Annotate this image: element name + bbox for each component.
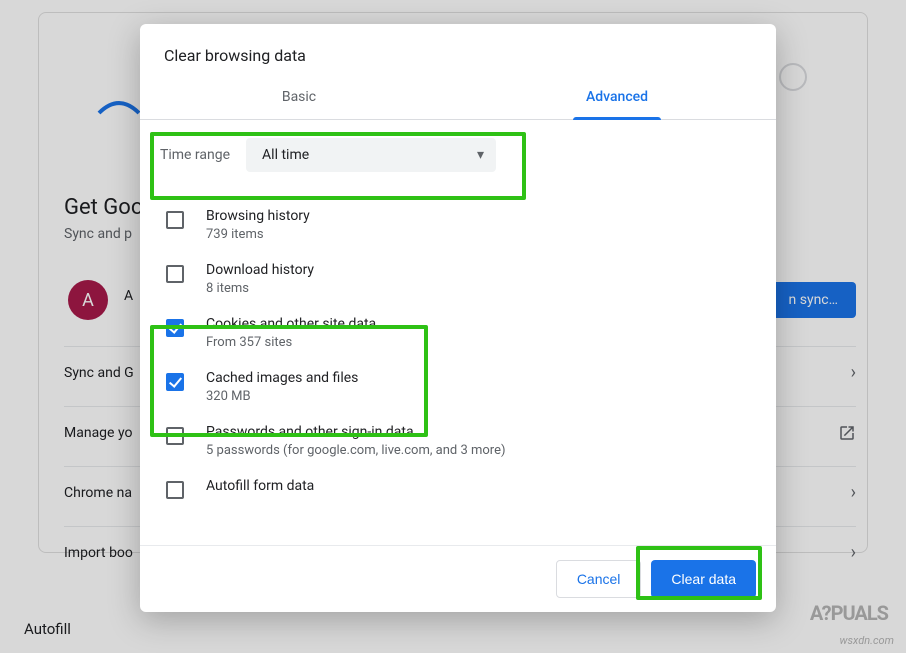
- option-title: Cached images and files: [206, 370, 358, 386]
- tab-advanced[interactable]: Advanced: [458, 75, 776, 119]
- option-subtext: 320 MB: [206, 389, 358, 404]
- checkbox-browsing-history[interactable]: [166, 211, 184, 229]
- clear-data-button[interactable]: Clear data: [651, 560, 756, 598]
- option-download-history[interactable]: Download history 8 items: [160, 252, 756, 306]
- dialog-content[interactable]: Time range All time ▾ Browsing history 7…: [140, 120, 776, 545]
- option-subtext: 739 items: [206, 227, 310, 242]
- option-passwords[interactable]: Passwords and other sign-in data 5 passw…: [160, 414, 756, 468]
- watermark-logo: A?PUALS: [810, 601, 888, 625]
- time-range-label: Time range: [160, 147, 230, 163]
- option-title: Passwords and other sign-in data: [206, 424, 506, 440]
- tab-basic[interactable]: Basic: [140, 75, 458, 119]
- dialog-footer: Cancel Clear data: [140, 545, 776, 612]
- option-subtext: 8 items: [206, 281, 314, 296]
- checkbox-download-history[interactable]: [166, 265, 184, 283]
- checkbox-passwords[interactable]: [166, 427, 184, 445]
- checkbox-autofill[interactable]: [166, 481, 184, 499]
- option-cookies[interactable]: Cookies and other site data From 357 sit…: [160, 306, 756, 360]
- caret-down-icon: ▾: [477, 147, 484, 163]
- option-title: Cookies and other site data: [206, 316, 376, 332]
- checkbox-cookies[interactable]: [166, 319, 184, 337]
- option-autofill[interactable]: Autofill form data: [160, 468, 756, 509]
- option-title: Autofill form data: [206, 478, 314, 494]
- option-cached[interactable]: Cached images and files 320 MB: [160, 360, 756, 414]
- option-title: Browsing history: [206, 208, 310, 224]
- option-subtext: From 357 sites: [206, 335, 376, 350]
- time-range-row: Time range All time ▾: [160, 120, 748, 190]
- dialog-tabs: Basic Advanced: [140, 75, 776, 120]
- cancel-button[interactable]: Cancel: [556, 560, 642, 598]
- option-browsing-history[interactable]: Browsing history 739 items: [160, 198, 756, 252]
- dialog-title: Clear browsing data: [140, 24, 776, 75]
- time-range-select[interactable]: All time ▾: [246, 138, 496, 172]
- option-subtext: 5 passwords (for google.com, live.com, a…: [206, 443, 506, 458]
- time-range-value: All time: [262, 147, 309, 163]
- checkbox-cached[interactable]: [166, 373, 184, 391]
- option-title: Download history: [206, 262, 314, 278]
- watermark-site: wsxdn.com: [840, 634, 894, 647]
- clear-browsing-data-dialog: Clear browsing data Basic Advanced Time …: [140, 24, 776, 612]
